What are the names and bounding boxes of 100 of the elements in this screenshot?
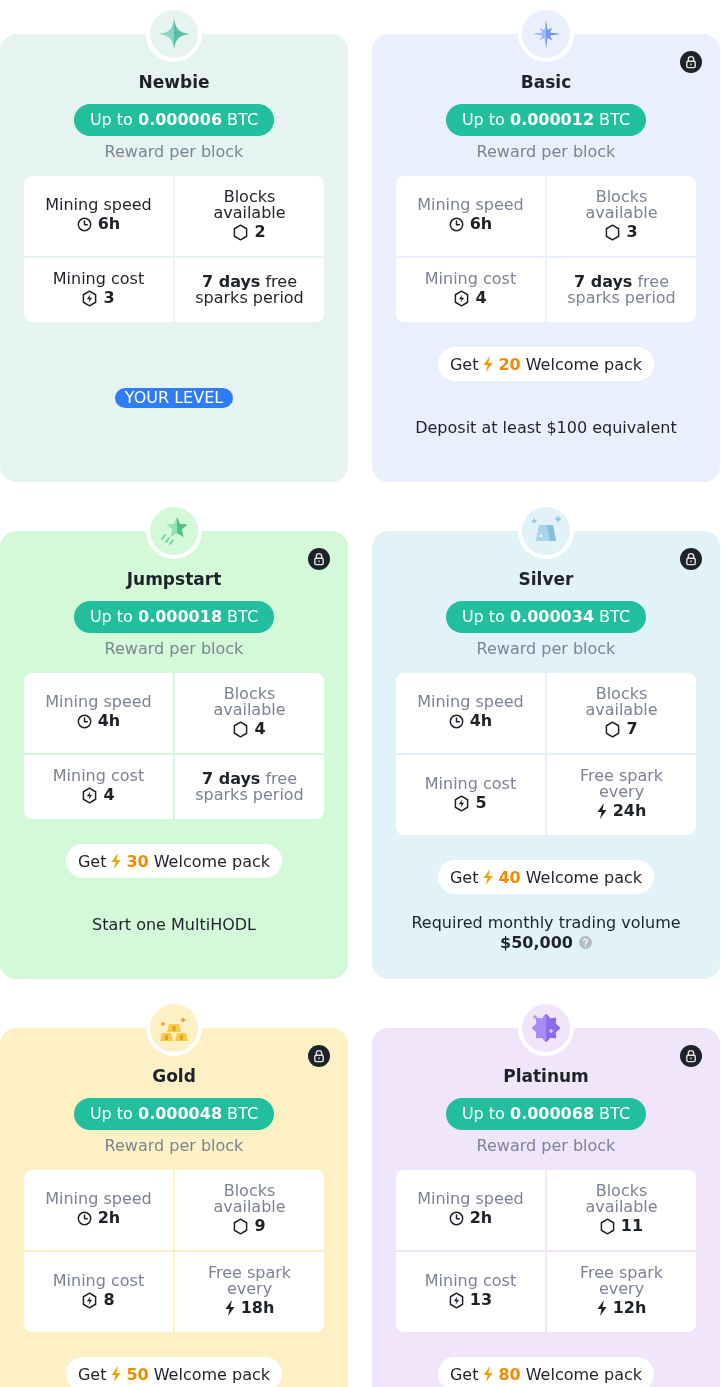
stat-label: Mining cost xyxy=(52,1273,145,1289)
stat-label: Mining speed xyxy=(417,694,524,710)
stat-value: 4 xyxy=(254,718,266,740)
bolt-icon xyxy=(111,1366,122,1382)
stat-text: 7 days free sparks period xyxy=(194,771,305,803)
stat-label: Mining speed xyxy=(417,1191,524,1207)
bolt-icon xyxy=(483,1366,494,1382)
welcome-pack-button[interactable]: Get 20 Welcome pack xyxy=(437,347,655,381)
requirement-text: Deposit at least $100 equivalent xyxy=(415,417,677,438)
bolt-icon xyxy=(483,869,494,885)
reward-caption: Reward per block xyxy=(476,1136,616,1156)
bolt-icon xyxy=(224,1300,235,1316)
clock-icon xyxy=(76,1210,92,1226)
stat-value: 8 xyxy=(103,1289,115,1311)
stat-label: Blocks available xyxy=(584,686,659,718)
hexagon-icon xyxy=(233,720,249,738)
stat-label: Mining speed xyxy=(45,197,152,213)
welcome-pack-button[interactable]: Get 30 Welcome pack xyxy=(65,844,283,878)
stat-label: Free spark every xyxy=(206,1265,293,1297)
bolt-hexagon-icon xyxy=(82,786,98,804)
reward-badge: Up to 0.000034 BTC xyxy=(445,601,647,633)
stat-label: Mining speed xyxy=(45,694,152,710)
reward-badge: Up to 0.000012 BTC xyxy=(445,104,647,136)
stat-value: 24h xyxy=(612,800,647,822)
tier-title: Silver xyxy=(518,569,574,589)
stat-value: 4 xyxy=(103,784,115,806)
stat-label: Mining cost xyxy=(424,776,517,792)
stat-label: Free spark every xyxy=(578,768,665,800)
hexagon-icon xyxy=(233,223,249,241)
stat-label: Mining cost xyxy=(52,271,145,287)
stat-label: Blocks available xyxy=(212,1183,287,1215)
reward-caption: Reward per block xyxy=(476,639,616,659)
bolt-hexagon-icon xyxy=(448,1291,464,1309)
stat-value: 12h xyxy=(612,1297,647,1319)
welcome-pack-button[interactable]: Get 40 Welcome pack xyxy=(437,860,655,894)
reward-caption: Reward per block xyxy=(476,142,616,162)
reward-badge: Up to 0.000048 BTC xyxy=(73,1098,275,1130)
clock-icon xyxy=(448,216,464,232)
stat-value: 2h xyxy=(469,1207,493,1229)
tier-title: Newbie xyxy=(138,72,210,92)
hexagon-icon xyxy=(233,1217,249,1235)
stat-value: 5 xyxy=(475,792,487,814)
stat-value: 6h xyxy=(97,213,121,235)
stat-label: Mining cost xyxy=(424,1273,517,1289)
bolt-icon xyxy=(596,1300,607,1316)
hexagon-icon xyxy=(605,223,621,241)
reward-badge: Up to 0.000068 BTC xyxy=(445,1098,647,1130)
welcome-pack-button[interactable]: Get 80 Welcome pack xyxy=(437,1357,655,1387)
stat-value: 3 xyxy=(626,221,638,243)
stat-value: 4h xyxy=(97,710,121,732)
tier-title: Gold xyxy=(152,1066,196,1086)
hexagon-icon xyxy=(599,1217,615,1235)
reward-caption: Reward per block xyxy=(104,1136,244,1156)
bolt-hexagon-icon xyxy=(454,794,470,812)
reward-caption: Reward per block xyxy=(104,639,244,659)
stat-label: Mining speed xyxy=(417,197,524,213)
clock-icon xyxy=(76,216,92,232)
help-icon xyxy=(578,936,592,949)
stat-value: 4h xyxy=(469,710,493,732)
welcome-pack-button[interactable]: Get 50 Welcome pack xyxy=(65,1357,283,1387)
reward-badge: Up to 0.000006 BTC xyxy=(73,104,275,136)
stat-value: 6h xyxy=(469,213,493,235)
stat-label: Blocks available xyxy=(584,1183,659,1215)
stat-label: Blocks available xyxy=(584,189,659,221)
stat-value: 18h xyxy=(240,1297,275,1319)
stat-value: 3 xyxy=(103,287,115,309)
stat-value: 9 xyxy=(254,1215,266,1237)
stat-label: Free spark every xyxy=(578,1265,665,1297)
clock-icon xyxy=(76,713,92,729)
stat-value: 2 xyxy=(254,221,266,243)
bolt-hexagon-icon xyxy=(454,289,470,307)
requirement-amount: $50,000 xyxy=(500,932,573,953)
level-badge: YOUR LEVEL xyxy=(114,388,234,408)
stat-text: 7 days free sparks period xyxy=(194,274,305,306)
stat-label: Mining speed xyxy=(45,1191,152,1207)
bolt-hexagon-icon xyxy=(82,1291,98,1309)
stat-value: 2h xyxy=(97,1207,121,1229)
bolt-icon xyxy=(483,356,494,372)
tier-title: Platinum xyxy=(503,1066,589,1086)
reward-badge: Up to 0.000018 BTC xyxy=(73,601,275,633)
stat-text: 7 days free sparks period xyxy=(566,274,677,306)
bolt-icon xyxy=(596,803,607,819)
stat-label: Blocks available xyxy=(212,189,287,221)
clock-icon xyxy=(448,1210,464,1226)
stat-value: 7 xyxy=(626,718,638,740)
tier-title: Basic xyxy=(520,72,572,92)
stat-label: Mining cost xyxy=(52,768,145,784)
requirement-text: Start one MultiHODL xyxy=(92,914,256,935)
stat-label: Blocks available xyxy=(212,686,287,718)
bolt-hexagon-icon xyxy=(82,289,98,307)
stat-label: Mining cost xyxy=(424,271,517,287)
reward-caption: Reward per block xyxy=(104,142,244,162)
stat-value: 11 xyxy=(620,1215,644,1237)
bolt-icon xyxy=(111,853,122,869)
requirement-text: Required monthly trading volume xyxy=(411,912,681,933)
stat-value: 4 xyxy=(475,287,487,309)
clock-icon xyxy=(448,713,464,729)
hexagon-icon xyxy=(605,720,621,738)
tier-title: Jumpstart xyxy=(126,569,222,589)
stat-value: 13 xyxy=(469,1289,493,1311)
